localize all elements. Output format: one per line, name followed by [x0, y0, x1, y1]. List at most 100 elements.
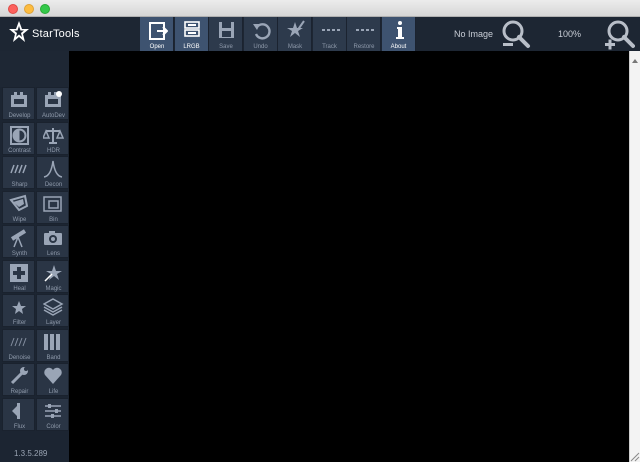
module-life-label: Life: [48, 389, 59, 395]
sharp-icon: [10, 164, 27, 174]
zoom-in-icon[interactable]: [603, 19, 635, 51]
undo-icon: [252, 23, 271, 40]
develop-icon: [11, 92, 27, 107]
module-autodev-button[interactable]: AutoDev: [36, 87, 69, 120]
wrench-icon: [10, 367, 28, 385]
module-develop-label: Develop: [8, 113, 31, 119]
minimize-window-button[interactable]: [24, 4, 34, 14]
module-sharp-button[interactable]: Sharp: [2, 156, 35, 189]
app-name: StarTools: [32, 28, 80, 40]
module-decon-label: Decon: [44, 182, 63, 188]
module-repair-button[interactable]: Repair: [2, 363, 35, 396]
restore-label: Restore: [353, 44, 375, 50]
mask-label: Mask: [287, 44, 303, 50]
module-repair-label: Repair: [10, 389, 29, 395]
wipe-icon: [9, 194, 29, 211]
window-titlebar: [0, 0, 640, 17]
module-band-label: Band: [46, 354, 61, 361]
star-logo-icon: [9, 21, 29, 42]
resize-grip-icon[interactable]: [628, 450, 640, 462]
image-canvas[interactable]: [69, 51, 629, 462]
module-decon-button[interactable]: Decon: [36, 156, 69, 189]
band-icon: [44, 333, 60, 350]
zoom-out-icon[interactable]: [500, 19, 532, 51]
version-text: 1.3.5.289: [14, 449, 48, 458]
denoise-icon: [10, 337, 27, 346]
contrast-icon: [10, 125, 29, 145]
flux-icon: [12, 402, 20, 419]
module-synth-button[interactable]: Synth: [2, 225, 35, 258]
module-autodev-label: AutoDev: [41, 113, 65, 119]
module-contrast-button[interactable]: Contrast: [2, 121, 35, 155]
bin-icon: [43, 195, 62, 212]
hdr-icon: [43, 127, 64, 144]
module-bin-label: Bin: [49, 216, 58, 223]
module-hdr-label: HDR: [47, 147, 60, 154]
module-heal-label: Heal: [13, 285, 26, 292]
save-button[interactable]: Save: [209, 17, 243, 51]
magic-icon: [44, 264, 62, 282]
module-filter-label: Filter: [12, 320, 27, 326]
open-label: Open: [149, 44, 165, 50]
module-synth-label: Synth: [11, 251, 28, 257]
heal-icon: [10, 263, 28, 282]
about-button[interactable]: About: [381, 17, 416, 51]
module-lens-button[interactable]: Lens: [36, 225, 69, 258]
open-icon: [149, 22, 168, 40]
sidebar-header-spacer: [0, 51, 69, 87]
scroll-up-arrow-icon[interactable]: [632, 59, 638, 63]
module-lens-label: Lens: [46, 251, 60, 257]
restore-button[interactable]: Restore: [347, 17, 381, 51]
module-flux-label: Flux: [13, 423, 26, 430]
module-color-label: Color: [46, 423, 61, 430]
module-bin-button[interactable]: Bin: [36, 190, 69, 224]
autodev-icon: [45, 91, 62, 107]
module-magic-button[interactable]: Magic: [36, 259, 69, 293]
undo-label: Undo: [253, 44, 268, 50]
module-wipe-label: Wipe: [12, 216, 27, 223]
module-denoise-button[interactable]: Denoise: [2, 328, 35, 362]
module-sharp-label: Sharp: [11, 182, 28, 188]
module-band-button[interactable]: Band: [36, 328, 69, 362]
module-develop-button[interactable]: Develop: [2, 87, 35, 120]
info-icon: [395, 21, 404, 39]
track-label: Track: [322, 44, 337, 50]
module-magic-label: Magic: [45, 285, 62, 292]
module-denoise-label: Denoise: [8, 354, 31, 361]
filter-icon: [12, 301, 26, 314]
top-toolbar: StarTools Open LRGB Save Undo Mask Track Resto…: [0, 17, 640, 51]
restore-icon: [356, 29, 374, 31]
track-button[interactable]: Track: [312, 17, 347, 51]
vertical-scrollbar[interactable]: [629, 51, 640, 462]
app-logo: StarTools: [8, 19, 98, 49]
close-window-button[interactable]: [8, 4, 18, 14]
module-filter-button[interactable]: Filter: [2, 294, 35, 327]
telescope-icon: [10, 229, 27, 248]
save-label: Save: [219, 44, 233, 50]
track-icon: [321, 29, 340, 31]
zoom-level-text: 100%: [558, 29, 582, 39]
image-status-text: No Image: [454, 29, 494, 39]
zoom-window-button[interactable]: [40, 4, 50, 14]
module-layer-button[interactable]: Layer: [36, 294, 69, 327]
module-hdr-button[interactable]: HDR: [36, 121, 69, 155]
module-contrast-label: Contrast: [8, 147, 31, 154]
module-sidebar: Develop AutoDev Contrast HDR Sharp Decon Wipe B…: [0, 51, 69, 462]
module-heal-button[interactable]: Heal: [2, 259, 35, 293]
save-icon: [219, 22, 234, 38]
module-life-button[interactable]: Life: [36, 363, 69, 396]
open-button[interactable]: Open: [140, 17, 174, 51]
decon-icon: [43, 160, 63, 178]
lrgb-button[interactable]: LRGB: [174, 17, 209, 51]
module-flux-button[interactable]: Flux: [2, 397, 35, 431]
undo-button[interactable]: Undo: [243, 17, 278, 51]
module-wipe-button[interactable]: Wipe: [2, 190, 35, 224]
mask-button[interactable]: Mask: [278, 17, 312, 51]
layer-icon: [43, 298, 64, 316]
lrgb-label: LRGB: [183, 44, 200, 50]
about-label: About: [390, 44, 407, 50]
heart-icon: [44, 367, 62, 384]
lrgb-icon: [183, 21, 200, 37]
color-icon: [45, 403, 61, 418]
module-color-button[interactable]: Color: [36, 397, 69, 431]
